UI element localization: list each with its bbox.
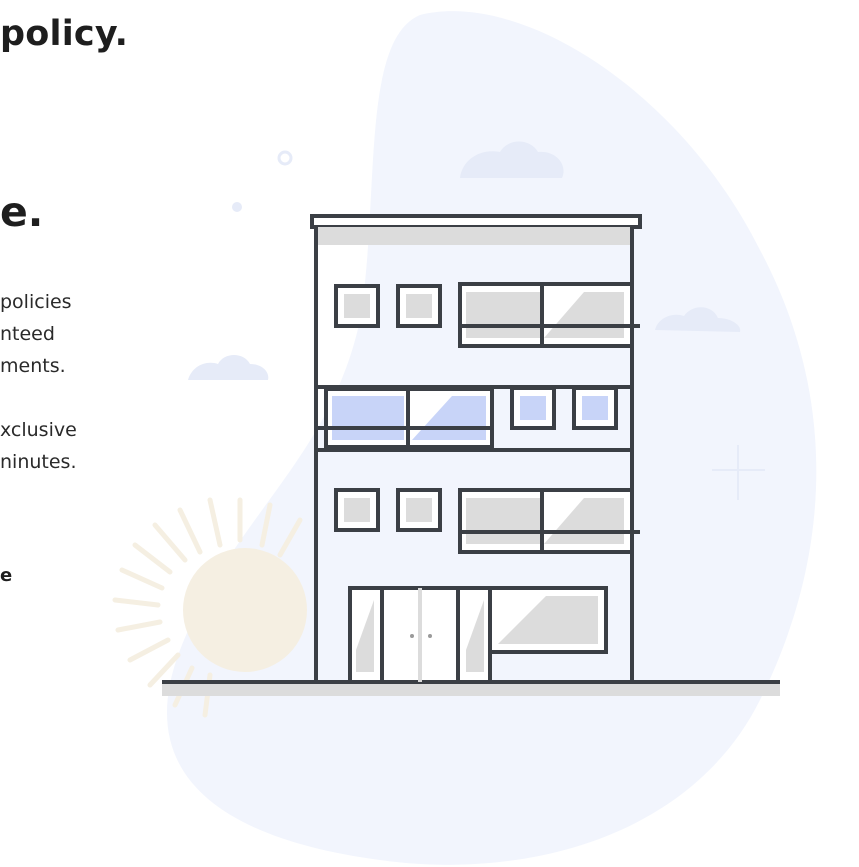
building-icon (112, 141, 780, 718)
cloud-icon (655, 307, 741, 332)
ground-shadow (162, 682, 780, 696)
page: policy. e. policies nteed ments. xclusiv… (0, 0, 859, 867)
building-body (310, 214, 642, 684)
door-handle-icon (410, 634, 414, 638)
decor-circle-icon (277, 150, 293, 166)
decor-dot-icon (232, 202, 242, 212)
door-handle-icon (428, 634, 432, 638)
sun-icon (183, 548, 307, 672)
cloud-icon (188, 355, 269, 380)
sparkle-icon (712, 445, 765, 500)
cloud-icon (460, 141, 564, 178)
